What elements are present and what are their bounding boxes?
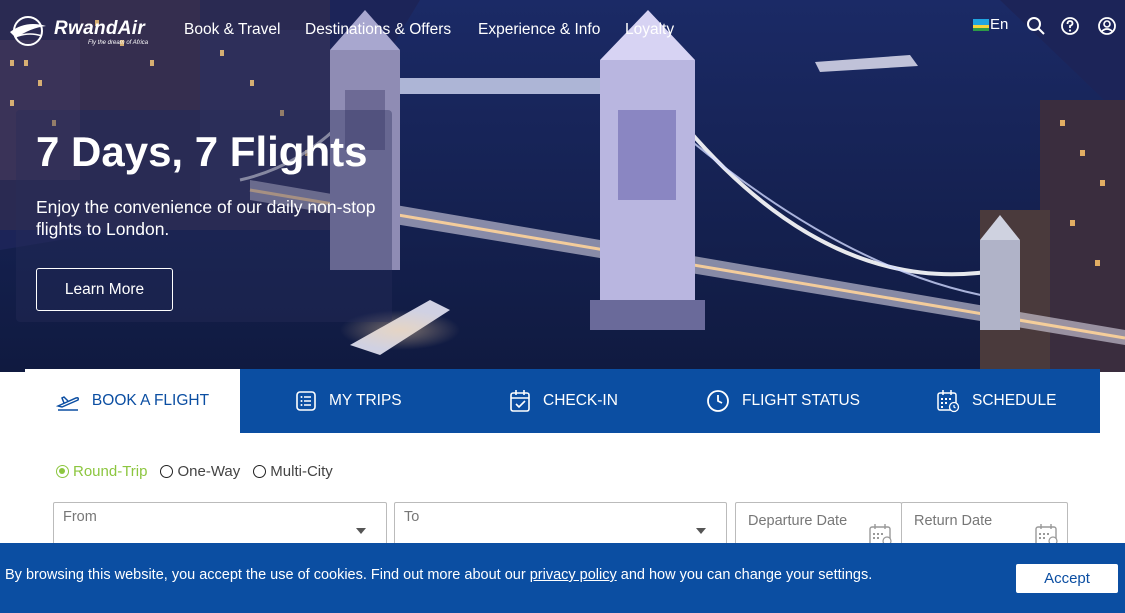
privacy-policy-link[interactable]: privacy policy <box>530 567 617 583</box>
help-icon[interactable] <box>1060 16 1080 36</box>
to-label: To <box>404 509 420 525</box>
cookie-message: By browsing this website, you accept the… <box>5 567 872 583</box>
tab-label: SCHEDULE <box>972 392 1057 409</box>
chevron-down-icon[interactable] <box>696 528 706 534</box>
accept-cookies-button[interactable]: Accept <box>1015 563 1119 594</box>
radio-round-trip[interactable]: Round-Trip <box>56 463 147 480</box>
tab-label: MY TRIPS <box>329 392 402 409</box>
nav-experience-info[interactable]: Experience & Info <box>478 21 600 39</box>
crane-logo-icon <box>10 16 46 46</box>
radio-indicator <box>253 465 267 478</box>
radio-multi-city[interactable]: Multi-City <box>253 463 333 480</box>
search-icon[interactable] <box>1026 16 1046 36</box>
radio-label: One-Way <box>177 463 241 480</box>
cookie-consent-bar: By browsing this website, you accept the… <box>0 543 1125 613</box>
rwanda-flag-icon <box>973 18 989 31</box>
user-icon[interactable] <box>1097 16 1117 36</box>
departure-date-label: Departure Date <box>748 513 848 529</box>
tab-schedule[interactable]: SCHEDULE <box>936 369 1056 433</box>
radio-label: Round-Trip <box>73 463 148 480</box>
brand-name: RwandAir <box>54 18 146 39</box>
tab-flight-status[interactable]: FLIGHT STATUS <box>706 369 860 433</box>
plane-icon <box>55 396 79 411</box>
hero-subtitle: Enjoy the convenience of our daily non-s… <box>36 197 376 239</box>
tab-label: FLIGHT STATUS <box>742 392 860 409</box>
radio-selected-indicator <box>56 465 69 478</box>
tab-my-trips[interactable]: MY TRIPS <box>295 369 402 433</box>
radio-label: Multi-City <box>270 463 333 480</box>
nav-book-travel[interactable]: Book & Travel <box>184 21 281 39</box>
radio-one-way[interactable]: One-Way <box>160 463 240 480</box>
tab-label: BOOK A FLIGHT <box>91 392 210 409</box>
return-date-label: Return Date <box>914 513 993 529</box>
nav-destinations-offers[interactable]: Destinations & Offers <box>305 21 451 39</box>
tab-label: CHECK-IN <box>543 392 618 409</box>
rwandair-logo[interactable]: RwandAir Fly the dream of Africa <box>6 14 156 50</box>
radio-indicator <box>160 465 174 478</box>
calendar-check-icon <box>510 390 530 412</box>
nav-loyalty[interactable]: Loyalty <box>625 21 674 39</box>
schedule-icon <box>937 390 960 413</box>
list-icon <box>296 391 316 411</box>
booking-tabs: BOOK A FLIGHT MY TRIPS CHECK-IN FLIGHT S… <box>25 369 1100 433</box>
language-label: En <box>990 16 1009 33</box>
chevron-down-icon[interactable] <box>356 528 366 534</box>
language-selector[interactable]: En <box>973 16 1008 33</box>
cookie-text-after: and how you can change your settings. <box>616 567 873 583</box>
from-label: From <box>63 509 97 525</box>
hero-title: 7 Days, 7 Flights <box>36 128 368 175</box>
hero-banner: RwandAir Fly the dream of Africa Book & … <box>0 0 1125 372</box>
tab-check-in[interactable]: CHECK-IN <box>509 369 618 433</box>
cookie-text-before: By browsing this website, you accept the… <box>5 567 530 583</box>
brand-tagline: Fly the dream of Africa <box>88 40 149 46</box>
clock-icon <box>707 390 729 412</box>
top-navigation: RwandAir Fly the dream of Africa Book & … <box>0 0 1125 60</box>
learn-more-button[interactable]: Learn More <box>36 268 173 311</box>
trip-type-group: Round-Trip One-Way Multi-City <box>56 463 346 480</box>
tab-book-a-flight[interactable]: BOOK A FLIGHT <box>25 369 240 433</box>
